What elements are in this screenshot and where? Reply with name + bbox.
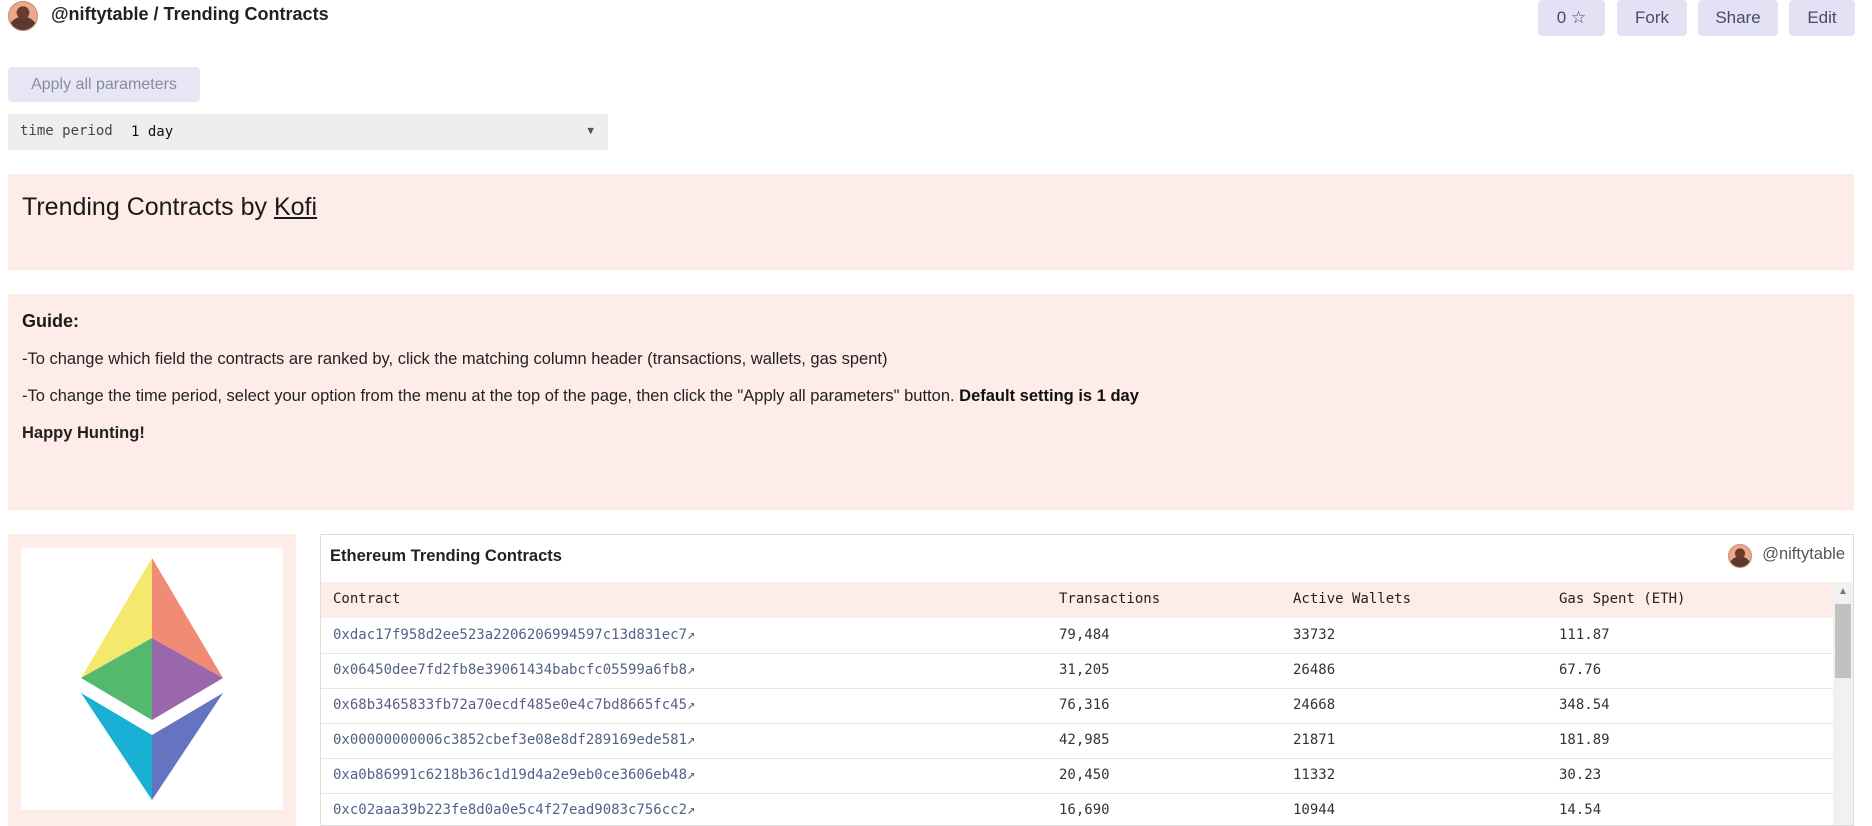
scrollbar-thumb[interactable] [1835, 604, 1851, 678]
guide-heading: Guide: [22, 311, 79, 331]
apply-all-parameters-button[interactable]: Apply all parameters [8, 67, 200, 102]
column-header-contract[interactable]: Contract [333, 591, 400, 607]
edit-button[interactable]: Edit [1789, 0, 1855, 36]
active-wallets-cell: 10944 [1293, 802, 1336, 818]
column-header-transactions[interactable]: Transactions [1059, 591, 1160, 607]
guide-line-time-period-text: -To change the time period, select your … [22, 387, 960, 405]
gas-spent-cell: 14.54 [1559, 802, 1602, 818]
transactions-cell: 16,690 [1059, 802, 1110, 818]
time-period-label: time period [20, 123, 113, 139]
fork-button[interactable]: Fork [1617, 0, 1687, 36]
active-wallets-cell: 21871 [1293, 732, 1336, 748]
transactions-cell: 31,205 [1059, 662, 1110, 678]
ethereum-logo-icon [81, 558, 223, 800]
gas-spent-cell: 181.89 [1559, 732, 1610, 748]
chevron-down-icon: ▼ [587, 124, 594, 137]
table-row: 0x06450dee7fd2fb8e39061434babcfc05599a6f… [321, 653, 1833, 689]
author-link[interactable]: Kofi [274, 193, 317, 221]
active-wallets-cell: 11332 [1293, 767, 1336, 783]
gas-spent-cell: 67.76 [1559, 662, 1602, 678]
dashboard-heading-text: Trending Contracts by [22, 193, 274, 221]
guide-default-setting: Default setting is 1 day [959, 387, 1139, 405]
guide-line-ranking: -To change which field the contracts are… [22, 350, 888, 368]
contract-link[interactable]: 0x06450dee7fd2fb8e39061434babcfc05599a6f… [333, 662, 695, 678]
gas-spent-cell: 348.54 [1559, 697, 1610, 713]
guide-line-time-period: -To change the time period, select your … [22, 387, 1139, 406]
time-period-select[interactable]: time period 1 day ▼ [8, 114, 608, 150]
transactions-cell: 79,484 [1059, 627, 1110, 643]
logo-box [21, 548, 283, 810]
title-panel: Trending Contracts by Kofi [8, 174, 1854, 270]
contract-link[interactable]: 0x68b3465833fb72a70ecdf485e0e4c7bd8665fc… [333, 697, 695, 713]
table-title: Ethereum Trending Contracts [330, 547, 562, 565]
table-owner[interactable]: @niftytable [1728, 544, 1845, 568]
guide-panel: Guide: -To change which field the contra… [8, 294, 1854, 510]
active-wallets-cell: 24668 [1293, 697, 1336, 713]
trending-contracts-table: Ethereum Trending Contracts @niftytable … [320, 534, 1854, 826]
owner-name: @niftytable [1762, 545, 1845, 563]
table-row: 0xa0b86991c6218b36c1d19d4a2e9eb0ce3606eb… [321, 758, 1833, 794]
table-row: 0xc02aaa39b223fe8d0a0e5c4f27ead9083c756c… [321, 793, 1833, 825]
contract-link[interactable]: 0x00000000006c3852cbef3e08e8df289169ede5… [333, 732, 695, 748]
table-scrollbar[interactable]: ▲ [1833, 582, 1853, 825]
star-icon: ☆ [1570, 8, 1587, 27]
owner-avatar [1728, 544, 1753, 568]
logo-panel [8, 534, 296, 826]
column-header-active-wallets[interactable]: Active Wallets [1293, 591, 1411, 607]
scroll-up-icon[interactable]: ▲ [1838, 586, 1848, 597]
transactions-cell: 76,316 [1059, 697, 1110, 713]
active-wallets-cell: 26486 [1293, 662, 1336, 678]
page-title: @niftytable / Trending Contracts [51, 4, 329, 24]
time-period-value: 1 day [131, 124, 174, 140]
dashboard-heading: Trending Contracts by Kofi [22, 193, 317, 222]
page-header: @niftytable / Trending Contracts 0 ☆ For… [8, 0, 1864, 38]
table-header: Contract Transactions Active Wallets Gas… [321, 582, 1833, 618]
gas-spent-cell: 30.23 [1559, 767, 1602, 783]
avatar[interactable] [8, 1, 38, 31]
contract-link[interactable]: 0xc02aaa39b223fe8d0a0e5c4f27ead9083c756c… [333, 802, 695, 818]
guide-line-happy-hunting: Happy Hunting! [22, 424, 145, 442]
share-button[interactable]: Share [1698, 0, 1778, 36]
contract-link[interactable]: 0xa0b86991c6218b36c1d19d4a2e9eb0ce3606eb… [333, 767, 695, 783]
gas-spent-cell: 111.87 [1559, 627, 1610, 643]
column-header-gas-spent[interactable]: Gas Spent (ETH) [1559, 591, 1685, 607]
transactions-cell: 20,450 [1059, 767, 1110, 783]
contract-link[interactable]: 0xdac17f958d2ee523a2206206994597c13d831e… [333, 627, 695, 643]
star-count: 0 [1556, 8, 1567, 27]
table-row: 0x00000000006c3852cbef3e08e8df289169ede5… [321, 723, 1833, 759]
transactions-cell: 42,985 [1059, 732, 1110, 748]
star-button[interactable]: 0 ☆ [1538, 0, 1605, 36]
active-wallets-cell: 33732 [1293, 627, 1336, 643]
table-row: 0x68b3465833fb72a70ecdf485e0e4c7bd8665fc… [321, 688, 1833, 724]
table-row: 0xdac17f958d2ee523a2206206994597c13d831e… [321, 618, 1833, 654]
